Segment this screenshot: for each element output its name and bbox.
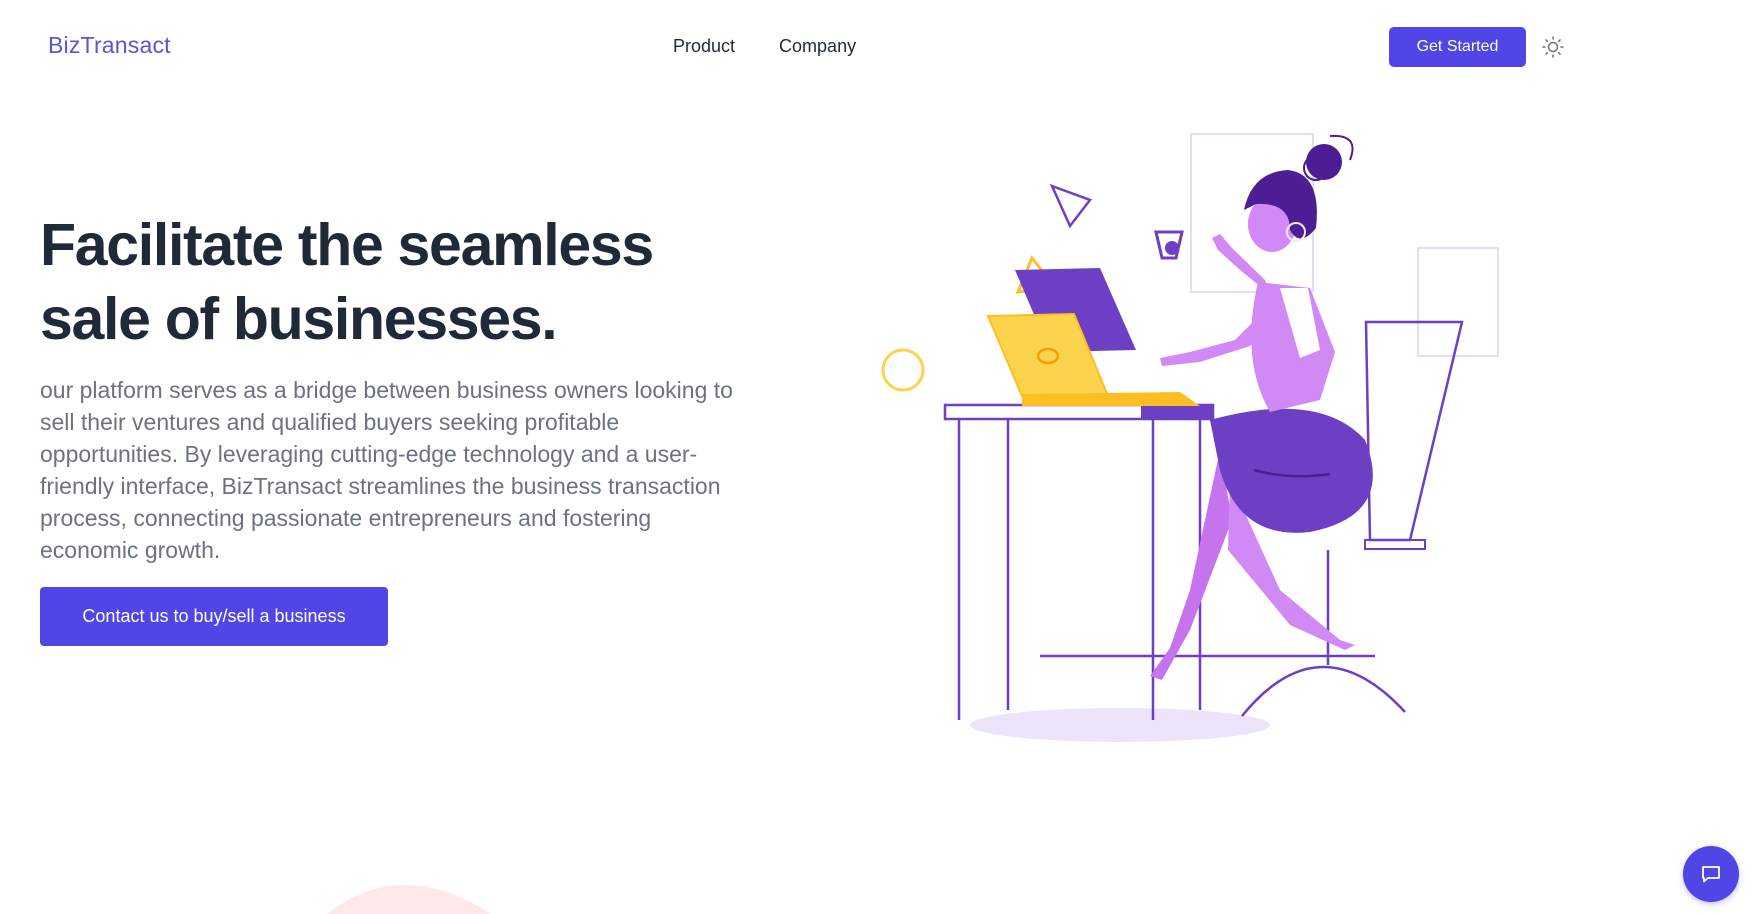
decorative-blob [327, 885, 491, 914]
ring-shape [881, 348, 925, 392]
logo-link[interactable]: BizTransact [48, 32, 171, 59]
nav-product[interactable]: Product [673, 36, 735, 57]
woman-at-desk-illustration [881, 133, 1499, 742]
get-started-button[interactable]: Get Started [1389, 27, 1526, 67]
contact-buy-sell-button[interactable]: Contact us to buy/sell a business [40, 587, 388, 646]
landing-page: BizTransact Product Company Get Started … [0, 0, 1751, 914]
nav-company[interactable]: Company [779, 36, 856, 57]
chair-back [1364, 320, 1464, 542]
chair-base [1241, 665, 1406, 717]
hero-title-line-1: Facilitate the seamless [40, 212, 654, 278]
chat-button[interactable] [1683, 846, 1739, 902]
chair-seat [1364, 539, 1426, 550]
hero-description: our platform serves as a bridge between … [40, 377, 733, 563]
sun-icon [1542, 36, 1564, 58]
site-header: BizTransact Product Company Get Started [0, 0, 1751, 92]
hero-title-line-2: sale of businesses. [40, 286, 558, 352]
hero-title: Facilitate the seamless sale of business… [40, 208, 760, 356]
theme-toggle-button[interactable] [1539, 33, 1567, 61]
triangle-shape [1049, 183, 1093, 229]
main-nav: Product Company [673, 36, 856, 57]
chat-bubble-icon [1702, 866, 1720, 883]
floor-shadow [970, 708, 1270, 742]
